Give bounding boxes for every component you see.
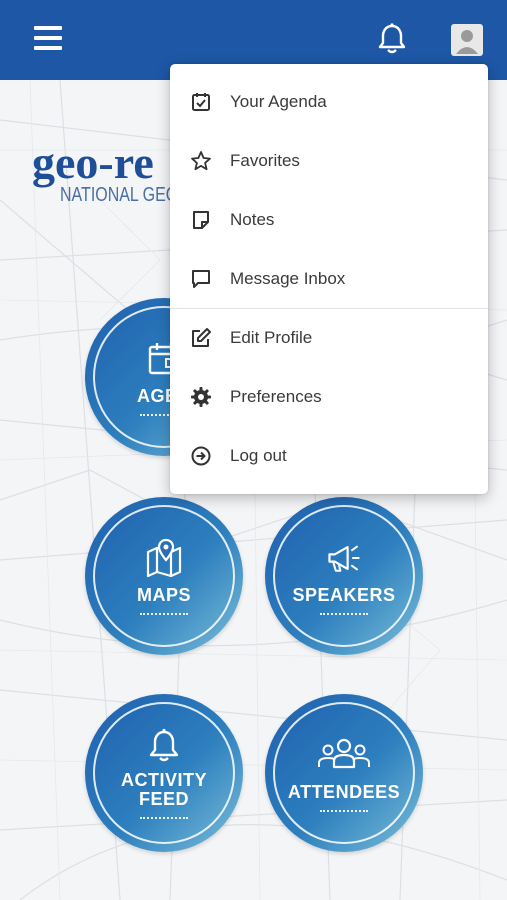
- tile-attendees[interactable]: ATTENDEES: [265, 694, 423, 852]
- menu-item-label: Your Agenda: [230, 92, 327, 111]
- note-icon: [189, 208, 213, 232]
- menu-item-label: Edit Profile: [230, 328, 313, 347]
- star-icon: [189, 149, 213, 173]
- message-icon: [189, 267, 213, 291]
- map-pin-icon: [146, 538, 182, 577]
- gear-icon: [189, 385, 213, 409]
- menu-item-notes[interactable]: Notes: [170, 191, 488, 249]
- tile-dots: [320, 809, 368, 812]
- tile-dots: [320, 612, 368, 615]
- tile-label: SPEAKERS: [292, 584, 396, 605]
- tile-dots: [140, 612, 188, 615]
- menu-item-label: Preferences: [230, 387, 322, 406]
- megaphone-icon: [328, 544, 360, 572]
- menu-item-edit-profile[interactable]: Edit Profile: [170, 309, 488, 367]
- edit-icon: [189, 326, 213, 350]
- user-dropdown-menu: Your Agenda Favorites Notes Message Inbo…: [170, 64, 488, 494]
- menu-item-preferences[interactable]: Preferences: [170, 368, 488, 426]
- user-avatar-icon[interactable]: [451, 24, 483, 56]
- bell-icon[interactable]: [376, 22, 408, 56]
- menu-item-favorites[interactable]: Favorites: [170, 132, 488, 190]
- menu-item-log-out[interactable]: Log out: [170, 427, 488, 485]
- menu-item-your-agenda[interactable]: Your Agenda: [170, 73, 488, 131]
- menu-item-label: Favorites: [230, 151, 300, 170]
- people-icon: [318, 738, 370, 768]
- tile-maps[interactable]: MAPS: [85, 497, 243, 655]
- menu-item-label: Message Inbox: [230, 269, 346, 288]
- tile-dots: [140, 817, 188, 819]
- bell-icon: [149, 728, 179, 762]
- logout-icon: [189, 444, 213, 468]
- menu-item-label: Notes: [230, 210, 275, 229]
- tile-label: ATTENDEES: [287, 781, 401, 802]
- tile-label: ACTIVITY FEED: [120, 770, 207, 809]
- hamburger-menu-icon[interactable]: [34, 26, 62, 50]
- tile-speakers[interactable]: SPEAKERS: [265, 497, 423, 655]
- tile-label: MAPS: [136, 584, 191, 605]
- calendar-check-icon: [189, 90, 213, 114]
- menu-item-label: Log out: [230, 446, 287, 465]
- menu-item-message-inbox[interactable]: Message Inbox: [170, 250, 488, 308]
- tile-activity-feed[interactable]: ACTIVITY FEED: [85, 694, 243, 852]
